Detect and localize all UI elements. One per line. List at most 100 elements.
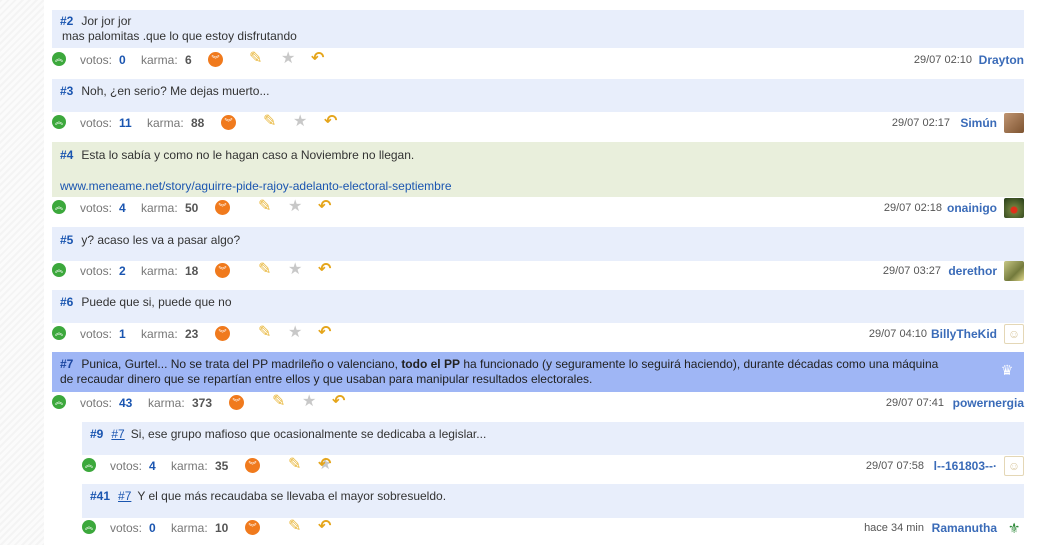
reply-arrow-icon[interactable]: ↶ — [318, 261, 331, 279]
karma-label: karma: — [171, 521, 208, 535]
vote-down-icon[interactable]: ︾ — [215, 263, 230, 278]
comment-author[interactable]: l--161803--· — [934, 459, 997, 473]
star-icon[interactable]: ★ — [302, 393, 316, 411]
comment-number[interactable]: #2 — [60, 14, 73, 28]
vote-up-icon[interactable]: ︽ — [52, 52, 66, 66]
vote-up-icon[interactable]: ︽ — [82, 458, 96, 472]
vote-down-icon[interactable]: ︾ — [215, 200, 230, 215]
reply-arrow-icon[interactable]: ↶ — [311, 50, 324, 68]
comment-number[interactable]: #5 — [60, 233, 73, 247]
comment-body: #5 y? acaso les va a pasar algo? — [52, 227, 1024, 261]
reply-arrow-icon[interactable]: ↶ — [318, 324, 331, 342]
avatar[interactable] — [1004, 198, 1024, 218]
star-icon[interactable]: ★ — [281, 50, 295, 68]
comment-text: Y el que más recaudaba se llevaba el may… — [137, 489, 447, 503]
comment-body: #2 Jor jor jor mas palomitas .que lo que … — [52, 10, 1024, 48]
vote-down-icon[interactable]: ︾ — [221, 115, 236, 130]
votes-label: votos: — [110, 459, 143, 473]
karma-value: 88 — [191, 116, 205, 130]
vote-up-icon[interactable]: ︽ — [52, 263, 66, 277]
comment-number[interactable]: #3 — [60, 84, 73, 98]
vote-up-icon[interactable]: ︽ — [52, 115, 66, 129]
comment-meta: ︽ votos: 4 karma: 50 ︾ ✎ ★ ↶ 29/07 02:18… — [52, 198, 1024, 218]
comment-number[interactable]: #6 — [60, 295, 73, 309]
vote-up-icon[interactable]: ︽ — [52, 326, 66, 340]
comment-body: #6 Puede que si, puede que no — [52, 290, 1024, 323]
avatar[interactable] — [1004, 261, 1024, 281]
comment-author[interactable]: BillyTheKid — [931, 327, 997, 341]
comment-author[interactable]: powernergia — [953, 396, 1024, 410]
karma-label: karma: — [141, 327, 178, 341]
comment-text: Esta lo sabía y como no le hagan caso a … — [81, 148, 415, 162]
comment-author[interactable]: Drayton — [979, 53, 1024, 67]
comment-body: #9 #7 Si, ese grupo mafioso que ocasionalm… — [82, 422, 1024, 455]
comment-number[interactable]: #9 — [90, 427, 103, 441]
reply-arrow-icon[interactable]: ↶ — [318, 198, 331, 216]
vote-down-icon[interactable]: ︾ — [229, 395, 244, 410]
votes-label: votos: — [80, 201, 113, 215]
karma-label: karma: — [148, 396, 185, 410]
comment-timestamp: 29/07 02:17 — [891, 117, 950, 129]
vote-down-icon[interactable]: ︾ — [208, 52, 223, 67]
reply-reference-link[interactable]: #7 — [111, 427, 124, 441]
comment-number[interactable]: #7 — [60, 357, 73, 371]
karma-label: karma: — [141, 201, 178, 215]
feather-icon[interactable]: ✎ — [288, 518, 301, 536]
star-icon[interactable]: ★ — [293, 113, 307, 131]
vote-down-icon[interactable]: ︾ — [245, 458, 260, 473]
comment-text-bold: todo el PP — [401, 357, 460, 371]
karma-value: 6 — [185, 53, 192, 67]
feather-icon[interactable]: ✎ — [288, 456, 301, 474]
comment-text: Puede que si, puede que no — [81, 295, 232, 309]
votes-label: votos: — [80, 53, 113, 67]
comment-author[interactable]: derethor — [948, 264, 997, 278]
reply-arrow-icon[interactable]: ↶ — [332, 393, 345, 411]
avatar[interactable] — [1004, 113, 1024, 133]
votes-count: 43 — [119, 396, 133, 410]
vote-down-icon[interactable]: ︾ — [245, 520, 260, 535]
vote-up-icon[interactable]: ︽ — [52, 200, 66, 214]
star-icon[interactable]: ★ — [288, 261, 302, 279]
comment-meta: ︽ votos: 1 karma: 23 ︾ ✎ ★ ↶ 29/07 04:10… — [52, 324, 1024, 344]
avatar[interactable]: ⚜ — [1004, 518, 1024, 538]
feather-icon[interactable]: ✎ — [249, 50, 262, 68]
vote-up-icon[interactable]: ︽ — [52, 395, 66, 409]
karma-value: 10 — [215, 521, 229, 535]
feather-icon[interactable]: ✎ — [272, 393, 285, 411]
karma-label: karma: — [141, 264, 178, 278]
comment-author[interactable]: Ramanutha — [932, 521, 997, 535]
star-icon[interactable]: ★ — [288, 198, 302, 216]
vote-down-icon[interactable]: ︾ — [215, 326, 230, 341]
comment-body: #7 Punica, Gurtel... No se trata del PP m… — [52, 352, 1024, 392]
votes-label: votos: — [80, 264, 113, 278]
comment-author[interactable]: Simún — [960, 116, 997, 130]
comment-text: de recaudar dinero que se repartían entr… — [60, 372, 593, 386]
award-ribbon-icon: ♛ — [1000, 362, 1014, 378]
reply-arrow-icon[interactable]: ↶ — [318, 518, 331, 536]
comment-text: y? acaso les va a pasar algo? — [81, 233, 241, 247]
reply-reference-link[interactable]: #7 — [118, 489, 131, 503]
reply-arrow-icon[interactable]: ↶ — [324, 113, 337, 131]
reply-arrow-icon[interactable]: ↶ — [318, 456, 331, 474]
avatar[interactable]: ☺ — [1004, 324, 1024, 344]
story-link[interactable]: www.meneame.net/story/aguirre-pide-rajoy… — [60, 179, 452, 193]
comment-4: #4 Esta lo sabía y como no le hagan caso … — [52, 142, 1024, 220]
votes-count: 4 — [119, 201, 126, 215]
feather-icon[interactable]: ✎ — [258, 324, 271, 342]
vote-up-icon[interactable]: ︽ — [82, 520, 96, 534]
star-icon[interactable]: ★ — [288, 324, 302, 342]
votes-count: 0 — [149, 521, 156, 535]
avatar[interactable]: ☺ — [1004, 456, 1024, 476]
comment-number[interactable]: #4 — [60, 148, 73, 162]
feather-icon[interactable]: ✎ — [263, 113, 276, 131]
votes-count: 1 — [119, 327, 126, 341]
comment-number[interactable]: #41 — [90, 489, 110, 503]
feather-icon[interactable]: ✎ — [258, 198, 271, 216]
comment-41: #41 #7 Y el que más recaudaba se llevaba e… — [82, 484, 1024, 542]
comment-meta: ︽ votos: 4 karma: 35 ︾ ✎ ★ ↶ 29/07 07:58… — [82, 456, 1024, 476]
comment-author[interactable]: onainigo — [947, 201, 997, 215]
comment-text: Si, ese grupo mafioso que ocasionalmente… — [130, 427, 487, 441]
votes-count: 2 — [119, 264, 126, 278]
feather-icon[interactable]: ✎ — [258, 261, 271, 279]
karma-label: karma: — [171, 459, 208, 473]
